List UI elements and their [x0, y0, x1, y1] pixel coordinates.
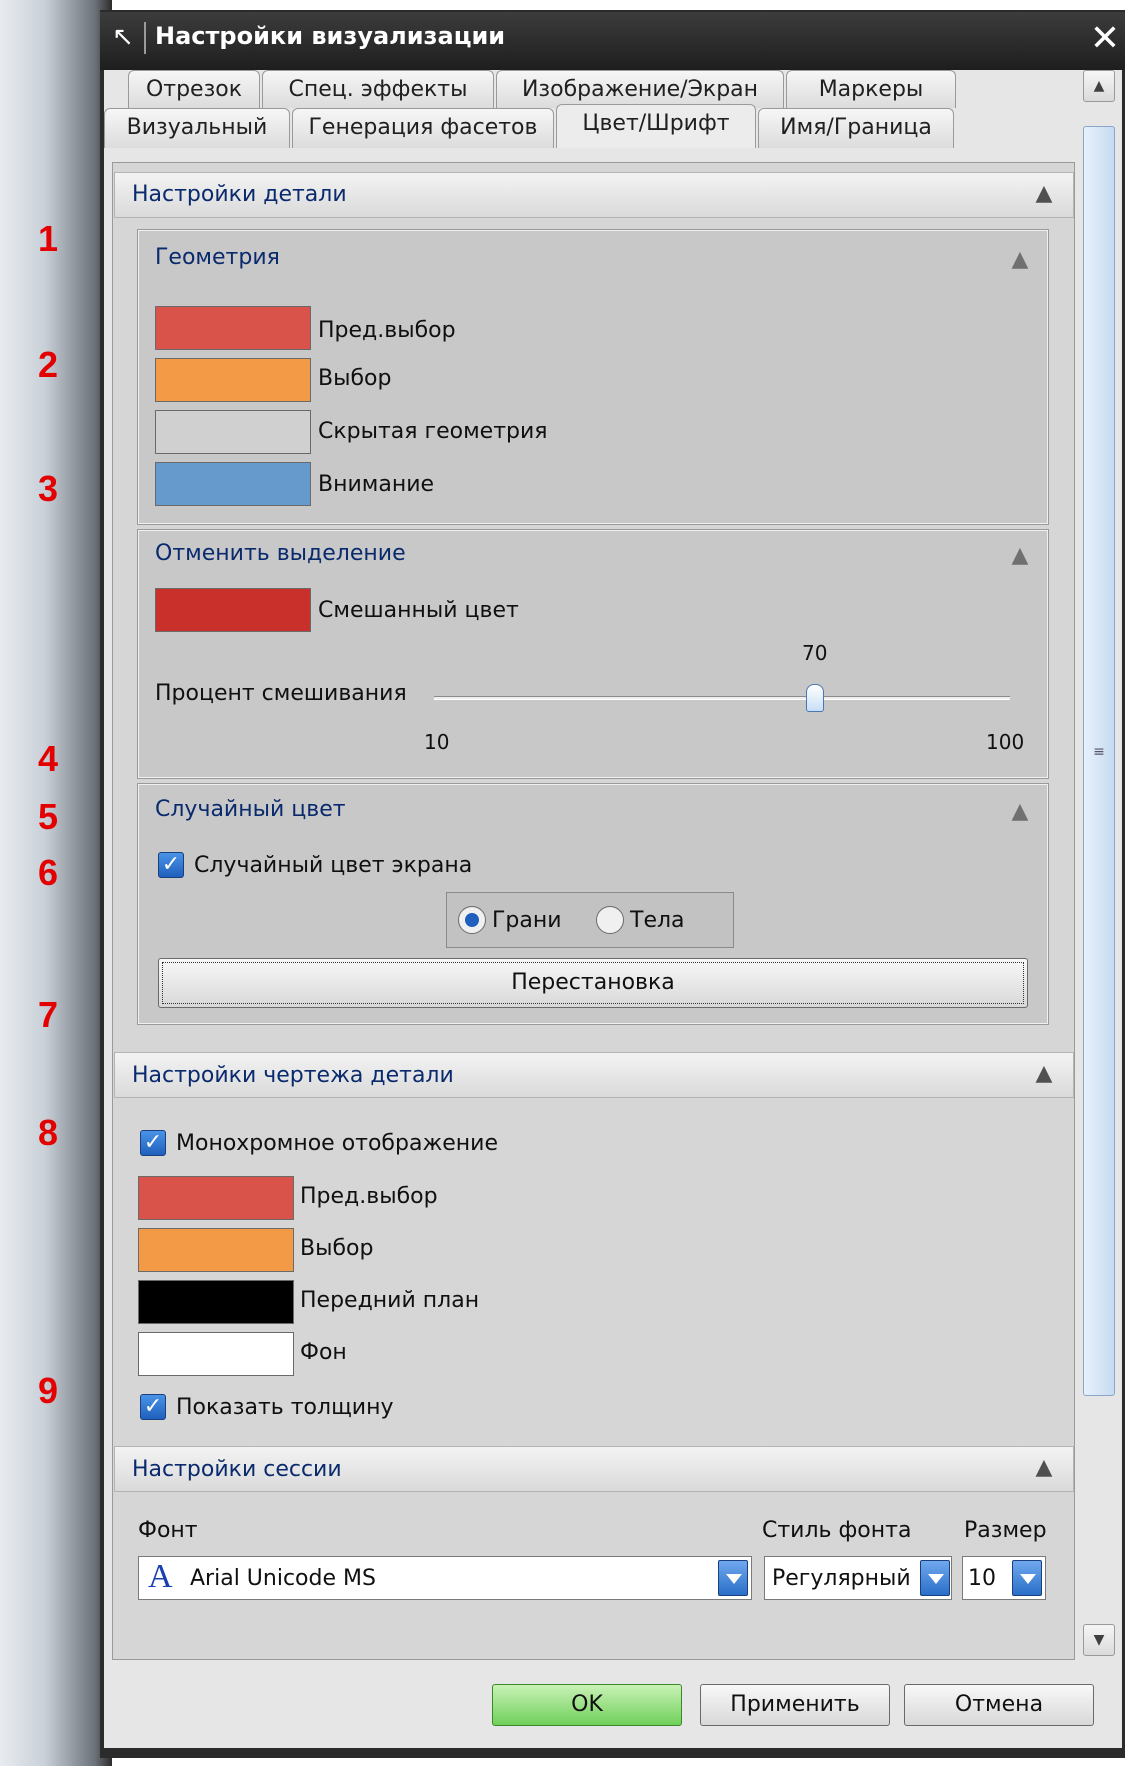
- grip-icon: ≡: [1093, 744, 1105, 760]
- select-color-swatch[interactable]: [155, 358, 311, 402]
- random-color-title: Случайный цвет: [155, 797, 346, 822]
- collapse-chevron-icon[interactable]: ▲: [1000, 240, 1040, 280]
- part-settings-title: Настройки детали: [132, 182, 347, 207]
- drawing-select-label: Выбор: [300, 1236, 374, 1261]
- tab-special-effects[interactable]: Спец. эффекты: [262, 70, 494, 108]
- font-value: Arial Unicode MS: [190, 1566, 376, 1591]
- font-dropdown-arrow-icon[interactable]: [718, 1560, 748, 1596]
- monochrome-label: Монохромное отображение: [176, 1131, 499, 1156]
- annotation-3: 3: [38, 468, 59, 509]
- drawing-select-color-swatch[interactable]: [138, 1228, 294, 1272]
- font-size-value: 10: [968, 1566, 996, 1591]
- background-label: Фон: [300, 1340, 347, 1365]
- annotation-7: 7: [38, 994, 59, 1035]
- collapse-chevron-icon[interactable]: ▲: [1024, 174, 1064, 214]
- font-icon: A: [148, 1558, 173, 1595]
- show-thickness-checkbox[interactable]: ✓: [140, 1394, 166, 1420]
- slider-min-label: 10: [424, 730, 450, 754]
- drawing-settings-title: Настройки чертежа детали: [132, 1063, 454, 1088]
- close-icon[interactable]: ✕: [1088, 20, 1122, 58]
- blend-percent-slider-track[interactable]: [434, 696, 1010, 700]
- scrollbar-thumb[interactable]: [1083, 126, 1115, 1396]
- bodies-label: Тела: [630, 908, 685, 933]
- blend-percent-label: Процент смешивания: [155, 681, 407, 706]
- scroll-down-icon[interactable]: ▼: [1083, 1624, 1115, 1656]
- show-thickness-label: Показать толщину: [176, 1395, 394, 1420]
- drawing-preselect-label: Пред.выбор: [300, 1184, 438, 1209]
- faces-radio[interactable]: [458, 906, 486, 934]
- slider-max-label: 100: [986, 730, 1025, 754]
- collapse-chevron-icon[interactable]: ▲: [1000, 792, 1040, 832]
- tab-markers[interactable]: Маркеры: [786, 70, 956, 108]
- faces-label: Грани: [492, 908, 562, 933]
- background-color-swatch[interactable]: [138, 1332, 294, 1376]
- window-title: Настройки визуализации: [155, 22, 506, 50]
- collapse-chevron-icon[interactable]: ▲: [1024, 1448, 1064, 1488]
- font-style-value: Регулярный: [772, 1566, 911, 1591]
- font-style-label: Стиль фонта: [762, 1518, 912, 1543]
- hidden-geometry-label: Скрытая геометрия: [318, 419, 548, 444]
- ok-button[interactable]: OK: [492, 1684, 682, 1726]
- preselect-label: Пред.выбор: [318, 318, 456, 343]
- cancel-button[interactable]: Отмена: [904, 1684, 1094, 1726]
- annotation-6: 6: [38, 852, 59, 893]
- blend-percent-slider-thumb[interactable]: [806, 684, 824, 712]
- foreground-label: Передний план: [300, 1288, 480, 1313]
- title-separator: [144, 22, 146, 54]
- font-label: Фонт: [138, 1518, 198, 1543]
- apply-button[interactable]: Применить: [700, 1684, 890, 1726]
- geometry-title: Геометрия: [155, 245, 280, 270]
- tab-image-screen[interactable]: Изображение/Экран: [496, 70, 784, 108]
- deselect-title: Отменить выделение: [155, 541, 406, 566]
- pin-icon[interactable]: ↖: [108, 22, 138, 52]
- blend-percent-value: 70: [802, 641, 828, 665]
- random-screen-color-label: Случайный цвет экрана: [194, 853, 473, 878]
- drawing-preselect-color-swatch[interactable]: [138, 1176, 294, 1220]
- blend-color-swatch[interactable]: [155, 588, 311, 632]
- tab-segment[interactable]: Отрезок: [128, 70, 260, 108]
- preselect-color-swatch[interactable]: [155, 306, 311, 350]
- hidden-geometry-color-swatch[interactable]: [155, 410, 311, 454]
- deselect-group: [137, 529, 1049, 779]
- tab-faceting[interactable]: Генерация фасетов: [292, 108, 554, 148]
- bodies-radio[interactable]: [596, 906, 624, 934]
- annotation-2: 2: [38, 344, 59, 385]
- tab-visual[interactable]: Визуальный: [104, 108, 290, 148]
- session-settings-title: Настройки сессии: [132, 1457, 342, 1482]
- annotation-8: 8: [38, 1112, 59, 1153]
- collapse-chevron-icon[interactable]: ▲: [1024, 1054, 1064, 1094]
- attention-label: Внимание: [318, 472, 435, 497]
- select-label: Выбор: [318, 366, 392, 391]
- font-size-dropdown-arrow-icon[interactable]: [1012, 1560, 1042, 1596]
- font-style-dropdown-arrow-icon[interactable]: [920, 1560, 950, 1596]
- font-size-label: Размер: [964, 1518, 1047, 1543]
- tab-color-font[interactable]: Цвет/Шрифт: [556, 104, 756, 148]
- collapse-chevron-icon[interactable]: ▲: [1000, 536, 1040, 576]
- monochrome-checkbox[interactable]: ✓: [140, 1130, 166, 1156]
- attention-color-swatch[interactable]: [155, 462, 311, 506]
- random-screen-color-checkbox[interactable]: ✓: [158, 852, 184, 878]
- scroll-up-icon[interactable]: ▲: [1083, 70, 1115, 102]
- annotation-1: 1: [38, 218, 59, 259]
- shuffle-button[interactable]: Перестановка: [158, 958, 1028, 1008]
- entity-radio-group: [446, 892, 734, 948]
- tab-name-border[interactable]: Имя/Граница: [758, 108, 954, 148]
- annotation-5: 5: [38, 796, 59, 837]
- annotation-4: 4: [38, 738, 59, 779]
- foreground-color-swatch[interactable]: [138, 1280, 294, 1324]
- blend-color-label: Смешанный цвет: [318, 598, 519, 623]
- annotation-9: 9: [38, 1370, 59, 1411]
